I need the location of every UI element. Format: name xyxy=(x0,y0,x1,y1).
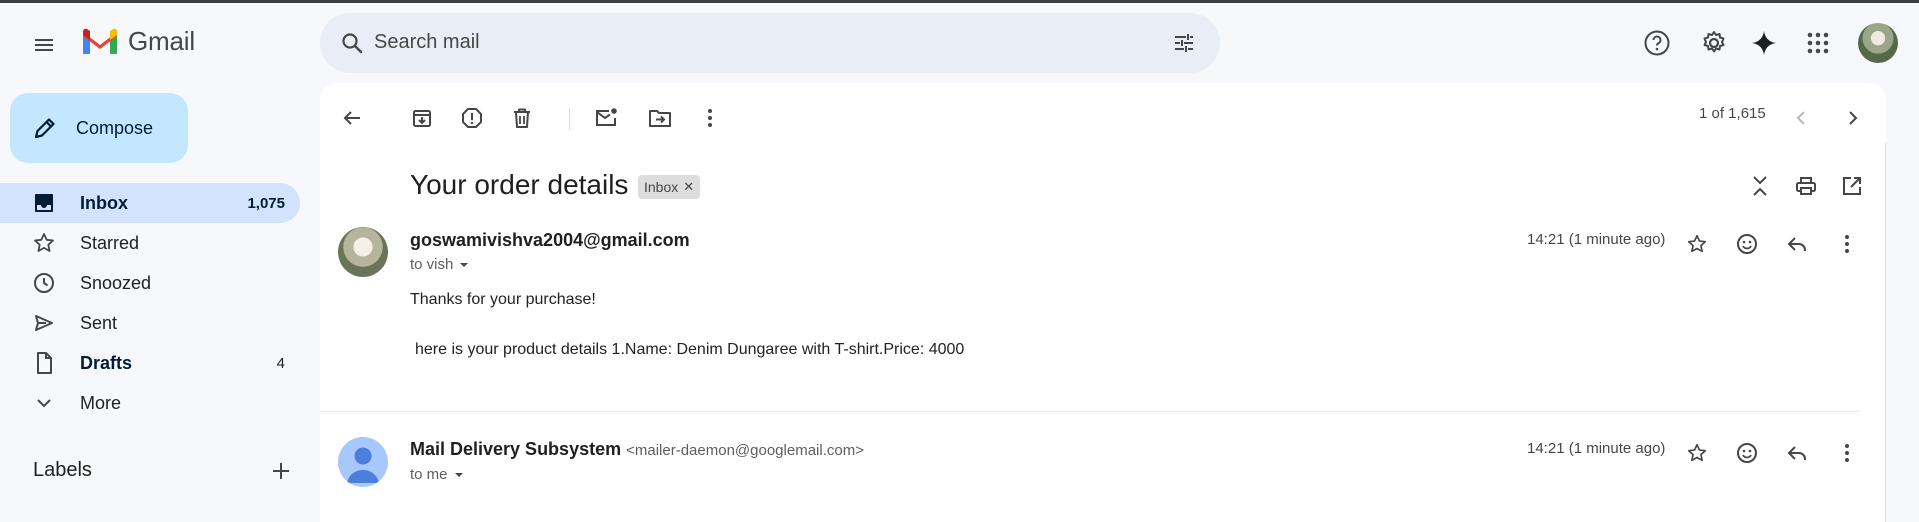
sidebar-item-drafts[interactable]: Drafts 4 xyxy=(0,343,300,383)
message-view: 1 of 1,615 Your order details Inbox ✕ go… xyxy=(320,83,1886,522)
sender-name[interactable]: goswamivishva2004@gmail.com xyxy=(410,230,690,251)
gmail-logo-icon xyxy=(83,28,117,54)
sidebar-item-label: Starred xyxy=(80,232,140,253)
label-chip-text: Inbox xyxy=(644,179,679,195)
archive-icon[interactable] xyxy=(402,98,442,138)
move-to-folder-icon[interactable] xyxy=(640,98,680,138)
sender-avatar-default[interactable] xyxy=(338,437,388,487)
google-apps-icon[interactable] xyxy=(1798,23,1838,63)
recipient-line[interactable]: to me xyxy=(410,466,466,483)
recipient-text: to vish xyxy=(410,256,454,273)
sidebar-item-sent[interactable]: Sent xyxy=(0,303,300,343)
compose-button[interactable]: Compose xyxy=(10,93,188,163)
gemini-sparkle-icon[interactable] xyxy=(1744,23,1784,63)
chevron-down-icon xyxy=(32,391,56,415)
draft-count: 4 xyxy=(276,354,285,372)
app-name: Gmail xyxy=(128,26,195,56)
window-top-edge xyxy=(0,0,1919,3)
add-label-plus-icon[interactable] xyxy=(265,455,297,487)
sender-name: Mail Delivery Subsystem xyxy=(410,439,622,459)
caret-down-icon[interactable] xyxy=(457,260,471,270)
message-timestamp: 14:21 (1 minute ago) xyxy=(1527,440,1666,457)
vertical-scrollbar[interactable] xyxy=(1885,143,1886,522)
newer-chevron-left-icon[interactable] xyxy=(1782,98,1822,138)
message-divider xyxy=(320,411,1860,412)
message-body-line: Thanks for your purchase! xyxy=(410,291,596,308)
star-icon xyxy=(32,231,56,255)
reply-icon[interactable] xyxy=(1777,224,1817,264)
account-avatar[interactable] xyxy=(1858,23,1898,63)
compose-label: Compose xyxy=(76,117,154,138)
help-icon[interactable] xyxy=(1637,23,1677,63)
pager-count: 1 of 1,615 xyxy=(1699,105,1766,122)
draft-icon xyxy=(32,351,56,375)
print-icon[interactable] xyxy=(1786,166,1826,206)
emoji-reaction-icon[interactable] xyxy=(1727,433,1767,473)
sidebar-item-label: Drafts xyxy=(80,352,133,373)
sender-line[interactable]: Mail Delivery Subsystem <mailer-daemon@g… xyxy=(410,439,864,460)
sidebar-item-label: Sent xyxy=(80,312,118,333)
message-more-vert-icon[interactable] xyxy=(1827,224,1867,264)
sidebar-item-label: More xyxy=(80,392,122,413)
toolbar-divider xyxy=(569,108,570,130)
message-body-line: here is your product details 1.Name: Den… xyxy=(415,341,965,358)
sidebar-item-more[interactable]: More xyxy=(0,383,300,423)
delete-trash-icon[interactable] xyxy=(502,98,542,138)
gmail-logo[interactable]: Gmail xyxy=(80,26,195,57)
search-bar[interactable]: Search mail xyxy=(320,13,1220,73)
remove-label-close-icon[interactable]: ✕ xyxy=(683,179,694,195)
sidebar-item-label: Snoozed xyxy=(80,272,152,293)
report-spam-icon[interactable] xyxy=(452,98,492,138)
older-chevron-right-icon[interactable] xyxy=(1832,98,1872,138)
search-input[interactable]: Search mail xyxy=(374,31,480,54)
search-icon[interactable] xyxy=(332,23,372,63)
search-options-icon[interactable] xyxy=(1164,23,1204,63)
main-menu-icon[interactable] xyxy=(24,25,64,65)
email-subject: Your order details xyxy=(410,169,629,200)
sidebar-item-starred[interactable]: Starred xyxy=(0,223,300,263)
inbox-icon xyxy=(32,191,56,215)
send-icon xyxy=(32,311,56,335)
message-more-vert-icon[interactable] xyxy=(1827,433,1867,473)
emoji-reaction-icon[interactable] xyxy=(1727,224,1767,264)
back-arrow-icon[interactable] xyxy=(332,98,372,138)
clock-icon xyxy=(32,271,56,295)
star-icon[interactable] xyxy=(1677,224,1717,264)
sender-avatar[interactable] xyxy=(338,227,388,277)
pencil-icon xyxy=(32,115,58,141)
more-vert-icon[interactable] xyxy=(690,98,730,138)
labels-heading: Labels xyxy=(33,459,92,481)
recipient-line[interactable]: to vish xyxy=(410,256,471,273)
sender-email: <mailer-daemon@googlemail.com> xyxy=(626,442,864,459)
open-new-window-icon[interactable] xyxy=(1832,166,1872,206)
sidebar-item-inbox[interactable]: Inbox 1,075 xyxy=(0,183,300,223)
recipient-text: to me xyxy=(410,466,448,483)
message-timestamp: 14:21 (1 minute ago) xyxy=(1527,231,1666,248)
star-icon[interactable] xyxy=(1677,433,1717,473)
settings-gear-icon[interactable] xyxy=(1694,23,1734,63)
label-chip-inbox[interactable]: Inbox ✕ xyxy=(638,175,701,199)
mark-unread-icon[interactable] xyxy=(586,98,626,138)
caret-down-icon[interactable] xyxy=(452,470,466,480)
sidebar-item-snoozed[interactable]: Snoozed xyxy=(0,263,300,303)
sidebar-item-label: Inbox xyxy=(80,192,128,213)
collapse-all-icon[interactable] xyxy=(1740,166,1780,206)
reply-icon[interactable] xyxy=(1777,433,1817,473)
unread-count: 1,075 xyxy=(247,194,285,212)
